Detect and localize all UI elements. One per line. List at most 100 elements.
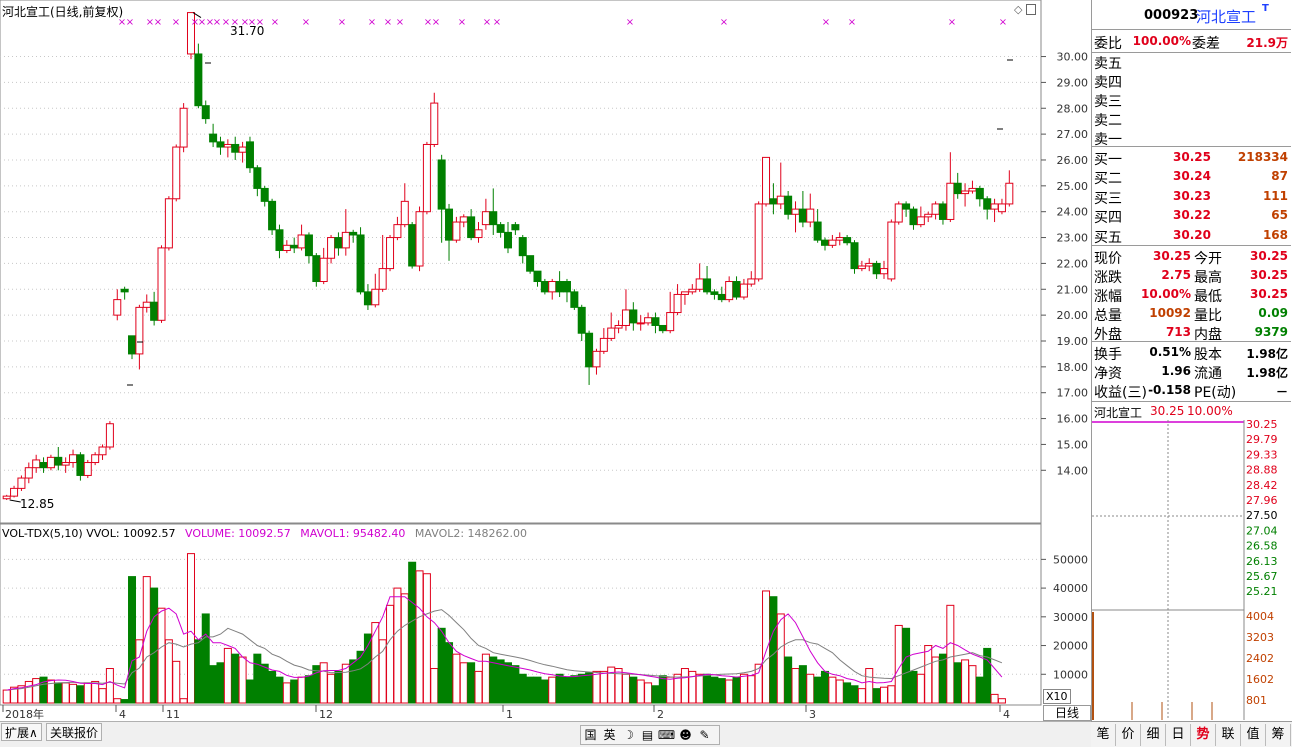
ime-item-icon[interactable]: ✎ — [695, 726, 714, 744]
candle-body-up — [968, 187, 977, 192]
volume-bar-down — [231, 653, 240, 704]
mini-volume-label: 1602 — [1246, 673, 1274, 686]
kline-chart-area[interactable]: × × × × × ×× ×× × × ×× × × × × × × × × × × × × × × × × × × 30.0029.… — [0, 0, 1091, 721]
volume-bar-up — [806, 673, 815, 704]
candle-body-down — [562, 281, 571, 293]
buy-level-row[interactable]: 买二 30.24 87 — [1092, 167, 1291, 187]
volume-bar-up — [990, 693, 999, 704]
volume-bar-up — [378, 639, 387, 704]
axis-labels-layer: 30.00 29.00 28.00 27.00 26.00 25.00 24.00 23.00… — [5, 51, 1088, 721]
row-label: 涨幅 — [1094, 289, 1122, 305]
mini-price-label: 27.50 — [1246, 509, 1278, 522]
sell-level-row[interactable]: 卖一 — [1092, 128, 1291, 148]
stock-name[interactable]: 河北宣工 — [1196, 6, 1256, 27]
ime-item-icon[interactable]: ▤ — [638, 726, 657, 744]
quote-stat-row[interactable]: 涨幅 10.00% 最低 30.25 — [1092, 285, 1291, 305]
mini-price-label: 26.58 — [1246, 540, 1278, 553]
quote-info-row[interactable]: 净资 1.96 流通 1.98亿 — [1092, 362, 1291, 382]
candle-body-down — [356, 234, 365, 293]
candle-body-up — [997, 203, 1006, 213]
buy-level-row[interactable]: 买四 30.22 65 — [1092, 206, 1291, 226]
candle-body-up — [113, 299, 122, 316]
window-toggle-icon[interactable] — [1026, 4, 1036, 15]
quote-stat-row[interactable]: 现价 30.25 今开 30.25 — [1092, 247, 1291, 267]
sell-level-row[interactable]: 卖三 — [1092, 90, 1291, 110]
quote-stat-row[interactable]: 外盘 713 内盘 9379 — [1092, 323, 1291, 343]
price-axis-label: 24.00 — [1057, 206, 1089, 219]
price-axis-label: 29.00 — [1057, 76, 1089, 89]
right-tab-1[interactable]: 价 — [1116, 724, 1141, 746]
volume-bar-up — [835, 679, 844, 704]
candle-body-down — [909, 208, 918, 226]
related-quote-button[interactable]: 关联报价 — [46, 723, 103, 741]
right-tab-4[interactable]: 势 — [1191, 724, 1216, 746]
ime-item-icon[interactable]: ☻ — [676, 726, 695, 744]
candle-body-down — [489, 211, 498, 226]
quote-stat-row[interactable]: 涨跌 2.75 最高 30.25 — [1092, 266, 1291, 286]
diamond-icon[interactable]: ◇ — [1014, 3, 1022, 16]
volume-bar-up — [828, 676, 837, 704]
ime-item-icon[interactable]: ☽ — [619, 726, 638, 744]
row-value: 0.09 — [1258, 306, 1288, 320]
ime-item-icon[interactable]: 国 — [581, 726, 600, 744]
volume-bar-up — [725, 679, 734, 704]
volume-bar-up — [83, 682, 92, 704]
sell-level-row[interactable]: 卖四 — [1092, 71, 1291, 91]
right-tab-2[interactable]: 细 — [1141, 724, 1166, 746]
volume-bar-up — [386, 604, 395, 704]
price-axis-label: 19.00 — [1057, 335, 1089, 348]
right-tabs: 笔价细日势联值筹 — [1091, 721, 1292, 747]
sell-level-row[interactable]: 卖五 — [1092, 52, 1291, 72]
candle-body-up — [474, 229, 483, 239]
candle-body-up — [422, 143, 431, 213]
price-axis-label: 20.00 — [1057, 309, 1089, 322]
candle-body-down — [658, 324, 667, 332]
price-axis-label: 25.00 — [1057, 180, 1089, 193]
right-tab-3[interactable]: 日 — [1166, 724, 1191, 746]
quote-info-row[interactable]: 收益(三) -0.158 PE(动) － — [1092, 381, 1291, 401]
volume-bar-down — [489, 656, 498, 704]
right-tab-7[interactable]: 筹 — [1266, 724, 1291, 746]
price-axis-label: 15.00 — [1057, 438, 1089, 451]
event-marker-icon: × — [222, 17, 230, 28]
mini-volume-label: 801 — [1246, 694, 1267, 707]
mini-intraday-chart[interactable]: 30.25 29.79 29.33 28.88 28.42 27.96 27.50 27.04… — [1092, 420, 1291, 720]
candle-body-up — [142, 301, 151, 308]
buy-level-row[interactable]: 买一 30.25 218334 — [1092, 148, 1291, 168]
candle-body-up — [680, 291, 689, 295]
ime-item-icon[interactable]: ⌨ — [657, 726, 676, 744]
candle-body-down — [769, 198, 778, 205]
right-tab-5[interactable]: 联 — [1216, 724, 1241, 746]
row-label: 最高 — [1194, 270, 1222, 286]
period-button[interactable]: 日线 — [1043, 705, 1091, 721]
volume-bar-up — [157, 607, 166, 704]
row-value: 30.25 — [1173, 150, 1211, 164]
right-tab-6[interactable]: 值 — [1241, 724, 1266, 746]
row-value: 30.25 — [1250, 268, 1288, 282]
volume-bar-down — [445, 642, 454, 704]
volume-bar-down — [268, 670, 277, 704]
ime-item-icon[interactable]: 英 — [600, 726, 619, 744]
volume-bar-down — [290, 679, 299, 704]
right-tab-0[interactable]: 笔 — [1091, 724, 1116, 746]
row-value: 87 — [1271, 169, 1288, 184]
candle-body-up — [916, 216, 925, 226]
buy-level-row[interactable]: 买三 30.23 111 — [1092, 187, 1291, 207]
row-value: -0.158 — [1148, 383, 1191, 397]
expand-button[interactable]: 扩展∧ — [1, 723, 42, 741]
volume-bar-up — [776, 613, 785, 704]
volume-bar-down — [496, 659, 505, 704]
quote-stat-row[interactable]: 总量 10092 量比 0.09 — [1092, 304, 1291, 324]
candle-body-up — [747, 278, 756, 285]
sell-level-row[interactable]: 卖二 — [1092, 109, 1291, 129]
volume-bar-up — [164, 639, 173, 704]
volume-bar-up — [474, 670, 483, 704]
row-value: 0.51% — [1149, 345, 1191, 359]
volume-bar-down — [467, 662, 476, 704]
volume-bar-down — [334, 670, 343, 704]
candle-body-up — [1005, 182, 1014, 205]
candle-body-up — [61, 462, 70, 466]
buy-level-row[interactable]: 买五 30.20 168 — [1092, 226, 1291, 246]
event-marker-icon: × — [848, 17, 856, 28]
quote-info-row[interactable]: 换手 0.51% 股本 1.98亿 — [1092, 343, 1291, 363]
